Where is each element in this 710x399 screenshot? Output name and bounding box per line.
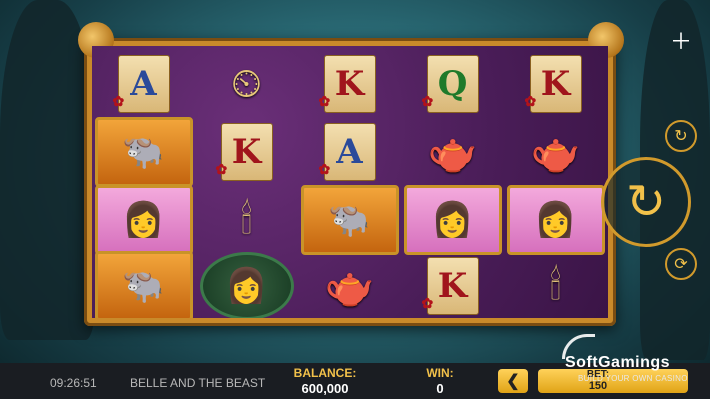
- symbol-teapot: 🫖: [530, 130, 581, 175]
- balance-label: BALANCE:: [293, 366, 357, 380]
- symbol-candelabra: 🕯: [549, 263, 562, 308]
- symbol-beast: 🐃: [298, 185, 401, 255]
- symbol-q: Q ✿: [401, 50, 504, 118]
- symbol-k: K ✿: [298, 50, 401, 118]
- left-tree: [0, 0, 95, 340]
- symbol-teapot: 🫖: [427, 130, 478, 175]
- symbol-belle: 👩: [401, 185, 504, 255]
- symbol-belle: 👩: [92, 185, 195, 255]
- win-value: 0: [436, 381, 444, 396]
- symbol-beast: 🐃: [92, 251, 195, 318]
- reel-area: A✿ 🐃 👩 🐃 ⏲ K✿ 🕯 👩 K✿ A✿ 🐃 🫖 Q✿ 🫖 👩: [92, 46, 608, 318]
- symbol-belle: 👩: [504, 185, 607, 255]
- game-title: BELLE AND THE BEAST: [130, 376, 266, 390]
- win-label: WIN:: [426, 366, 454, 380]
- balance-value: 600,000: [301, 381, 349, 396]
- spin-icon[interactable]: ↻: [601, 157, 691, 247]
- plus-icon[interactable]: ＋: [670, 29, 692, 54]
- symbol-clock: ⏲: [230, 61, 263, 106]
- watermark-tagline: BUILD YOUR OWN CASINO: [578, 374, 688, 383]
- bet-decrease-button[interactable]: ❮: [498, 369, 528, 393]
- symbol-k: K ✿: [195, 118, 298, 186]
- symbol-beast: 🐃: [92, 117, 195, 187]
- symbol-candelabra: 🕯: [240, 197, 253, 242]
- symbol-a: A ✿: [92, 50, 195, 118]
- symbol-k: K ✿: [504, 50, 607, 118]
- symbol-a: A ✿: [298, 118, 401, 186]
- refresh-icon[interactable]: ⟳: [665, 248, 697, 280]
- symbol-k: K ✿: [401, 252, 504, 318]
- watermark-brand: SoftGamings: [565, 354, 671, 371]
- clock: 09:26:51: [50, 376, 97, 390]
- symbol-witch: 👩: [195, 252, 298, 318]
- autoplay-icon[interactable]: ↻: [665, 120, 697, 152]
- symbol-teapot: 🫖: [324, 264, 375, 309]
